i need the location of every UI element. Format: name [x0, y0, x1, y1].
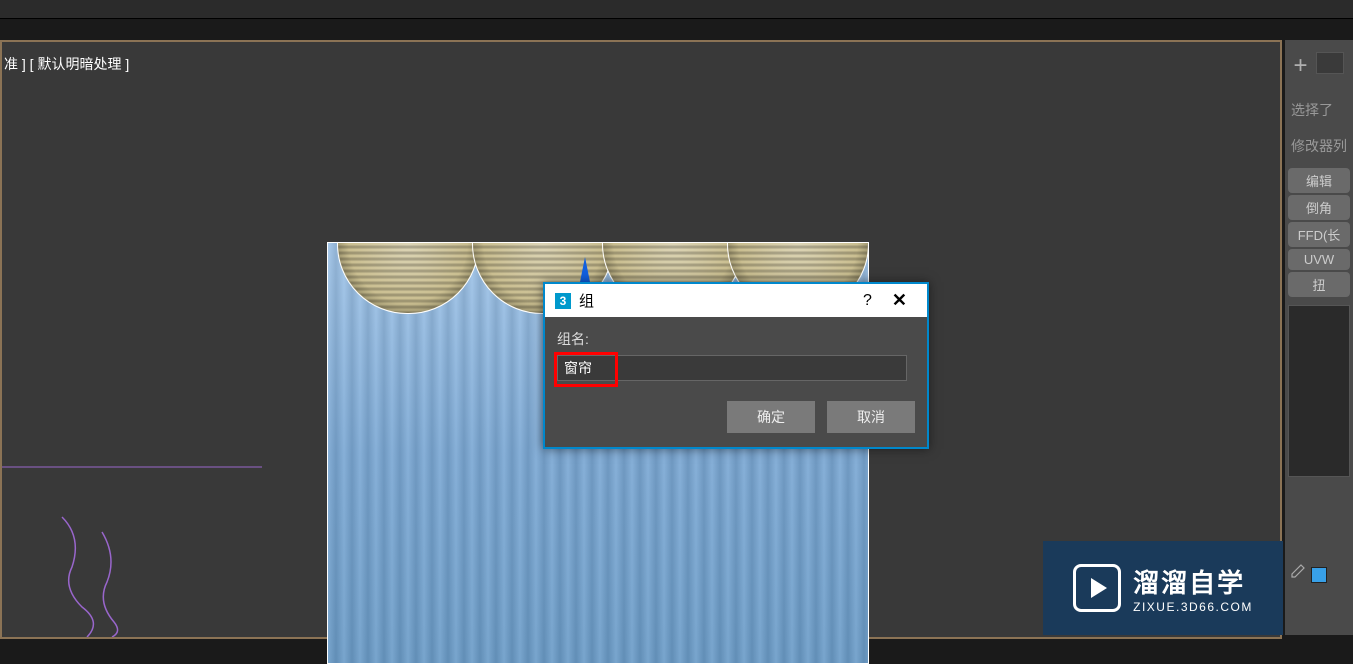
- play-icon: [1073, 564, 1121, 612]
- close-icon[interactable]: ✕: [882, 290, 917, 311]
- group-name-label: 组名:: [557, 329, 915, 349]
- modifier-item[interactable]: UVW: [1288, 249, 1350, 270]
- modifier-list: 编辑 倒角 FFD(长 UVW 扭: [1288, 168, 1350, 297]
- watermark-url: ZIXUE.3D66.COM: [1133, 600, 1253, 614]
- selection-status: 选择了: [1285, 92, 1353, 128]
- modifier-list-label[interactable]: 修改器列: [1285, 128, 1353, 164]
- modifier-item[interactable]: 编辑: [1288, 168, 1350, 193]
- modifier-stack[interactable]: [1288, 305, 1350, 477]
- create-tab-icon[interactable]: +: [1293, 52, 1307, 80]
- app-icon: 3: [555, 293, 571, 309]
- command-panel: + 选择了 修改器列 编辑 倒角 FFD(长 UVW 扭: [1285, 40, 1353, 635]
- wireframe-geometry: [2, 437, 302, 637]
- object-color-swatch[interactable]: [1311, 567, 1327, 583]
- help-icon[interactable]: ?: [853, 292, 882, 310]
- group-name-input[interactable]: [557, 355, 907, 381]
- dialog-title: 组: [579, 290, 853, 311]
- watermark-title: 溜溜自学: [1133, 563, 1253, 600]
- group-dialog: 3 组 ? ✕ 组名: 确定 取消: [543, 282, 929, 449]
- modifier-item[interactable]: FFD(长: [1288, 222, 1350, 247]
- modify-tab-icon[interactable]: [1316, 52, 1344, 74]
- modifier-item[interactable]: 倒角: [1288, 195, 1350, 220]
- viewport-label: 准 ] [ 默认明暗处理 ]: [4, 54, 129, 74]
- ok-button[interactable]: 确定: [727, 401, 815, 433]
- cancel-button[interactable]: 取消: [827, 401, 915, 433]
- eyedropper-icon[interactable]: [1289, 564, 1305, 585]
- modifier-item[interactable]: 扭: [1288, 272, 1350, 297]
- watermark: 溜溜自学 ZIXUE.3D66.COM: [1043, 541, 1283, 635]
- dialog-titlebar[interactable]: 3 组 ? ✕: [545, 284, 927, 317]
